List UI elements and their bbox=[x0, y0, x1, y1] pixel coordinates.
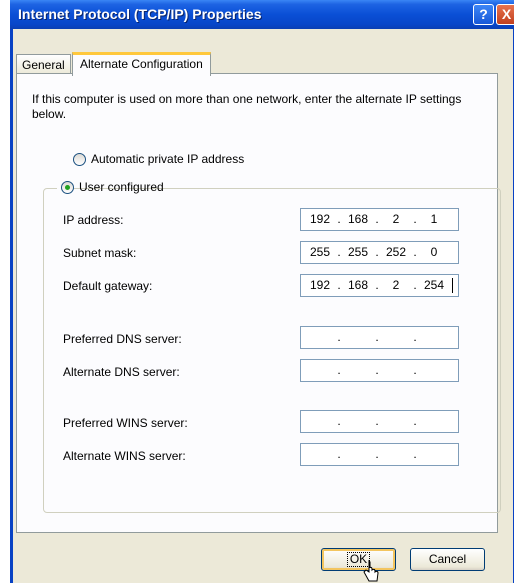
text-cursor bbox=[452, 278, 453, 293]
ip-separator: . bbox=[413, 245, 417, 259]
preferred-dns-field[interactable]: . . . bbox=[300, 326, 459, 349]
ip-octet-2: 168 bbox=[347, 212, 369, 226]
automatic-private-ip-radio[interactable] bbox=[73, 153, 86, 166]
user-configured-radio[interactable] bbox=[61, 181, 74, 194]
cancel-button-label: Cancel bbox=[428, 552, 467, 566]
alternate-wins-label: Alternate WINS server: bbox=[63, 449, 186, 463]
title-bar[interactable]: Internet Protocol (TCP/IP) Properties ? … bbox=[10, 0, 514, 29]
ip-separator: . bbox=[375, 363, 379, 377]
ip-octet-3: 2 bbox=[392, 278, 400, 292]
subnet-mask-label: Subnet mask: bbox=[63, 246, 137, 260]
ip-octet-3: 2 bbox=[392, 212, 400, 226]
preferred-wins-field[interactable]: . . . bbox=[300, 410, 459, 433]
help-icon: ? bbox=[479, 6, 488, 22]
ip-separator: . bbox=[375, 278, 379, 292]
ip-separator: . bbox=[337, 363, 341, 377]
ip-separator: . bbox=[413, 330, 417, 344]
alternate-wins-field[interactable]: . . . bbox=[300, 443, 459, 466]
intro-text: If this computer is used on more than on… bbox=[32, 92, 462, 121]
ip-separator: . bbox=[337, 330, 341, 344]
default-gateway-label: Default gateway: bbox=[63, 279, 153, 293]
ip-separator: . bbox=[337, 212, 341, 226]
window-title: Internet Protocol (TCP/IP) Properties bbox=[18, 6, 262, 22]
ip-separator: . bbox=[413, 414, 417, 428]
tab-panel: If this computer is used on more than on… bbox=[16, 73, 501, 533]
user-configured-legend: User configured bbox=[57, 179, 164, 197]
close-icon: X bbox=[501, 6, 512, 22]
ip-octet-1: 192 bbox=[309, 212, 331, 226]
ip-octet-2: 255 bbox=[347, 245, 369, 259]
dialog-window: Internet Protocol (TCP/IP) Properties ? … bbox=[10, 0, 514, 583]
preferred-wins-label: Preferred WINS server: bbox=[63, 416, 188, 430]
ip-separator: . bbox=[413, 447, 417, 461]
ok-button[interactable]: OK bbox=[321, 548, 396, 571]
ip-separator: . bbox=[337, 278, 341, 292]
cancel-button[interactable]: Cancel bbox=[410, 548, 485, 571]
ip-octet-4: 1 bbox=[430, 212, 438, 226]
ip-address-field[interactable]: 192 . 168 . 2 . 1 bbox=[300, 208, 459, 231]
ip-separator: . bbox=[375, 212, 379, 226]
ip-separator: . bbox=[413, 363, 417, 377]
ip-separator: . bbox=[413, 212, 417, 226]
automatic-private-ip-label[interactable]: Automatic private IP address bbox=[91, 152, 244, 166]
ip-separator: . bbox=[337, 245, 341, 259]
ip-octet-4: 0 bbox=[430, 245, 438, 259]
close-button[interactable]: X bbox=[496, 4, 514, 25]
ip-address-label: IP address: bbox=[63, 213, 124, 227]
preferred-dns-label: Preferred DNS server: bbox=[63, 332, 182, 346]
alternate-dns-label: Alternate DNS server: bbox=[63, 365, 180, 379]
default-gateway-field[interactable]: 192 . 168 . 2 . 254 bbox=[300, 274, 459, 297]
ip-separator: . bbox=[375, 414, 379, 428]
ip-octet-1: 192 bbox=[309, 278, 331, 292]
mouse-pointer-icon bbox=[363, 560, 379, 582]
ip-separator: . bbox=[337, 447, 341, 461]
subnet-mask-field[interactable]: 255 . 255 . 252 . 0 bbox=[300, 241, 459, 264]
ip-separator: . bbox=[375, 245, 379, 259]
help-button[interactable]: ? bbox=[473, 4, 494, 25]
tab-alternate-configuration[interactable]: Alternate Configuration bbox=[72, 52, 211, 76]
ip-separator: . bbox=[337, 414, 341, 428]
ip-octet-2: 168 bbox=[347, 278, 369, 292]
user-configured-label[interactable]: User configured bbox=[79, 180, 164, 194]
ip-octet-1: 255 bbox=[309, 245, 331, 259]
alternate-dns-field[interactable]: . . . bbox=[300, 359, 459, 382]
ip-separator: . bbox=[375, 447, 379, 461]
ip-octet-3: 252 bbox=[385, 245, 407, 259]
ip-separator: . bbox=[375, 330, 379, 344]
ip-separator: . bbox=[413, 278, 417, 292]
tab-general[interactable]: General bbox=[16, 54, 71, 74]
ip-octet-4: 254 bbox=[423, 278, 445, 292]
